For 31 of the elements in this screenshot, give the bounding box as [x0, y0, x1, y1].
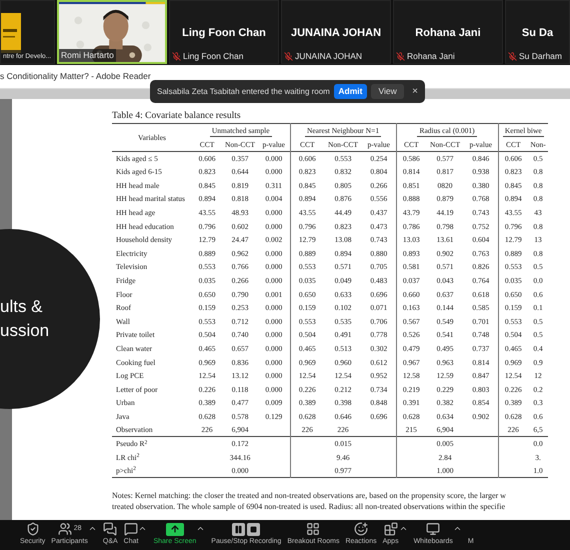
notification-text: Salsabila Zeta Tsabitah entered the waiting room [157, 86, 330, 98]
chat-bubble-icon [124, 522, 138, 536]
grid-icon [306, 522, 320, 536]
people-icon [58, 522, 72, 536]
muted-mic-icon [508, 52, 517, 61]
notes-text: treated observation. The whole sample of 6904 non-treated is used. Radius: all non-treated observations within the specifie [112, 501, 506, 512]
participant-name: JUNAINA JOHAN [290, 26, 382, 41]
window-title: s Conditionality Matter? - Adobe Reader [0, 70, 151, 83]
participant-name: Rohana Jani [415, 26, 481, 41]
pause-stop-icon [232, 522, 260, 536]
monitor-icon [426, 522, 440, 536]
participant-name: Su Da [522, 26, 554, 41]
muted-mic-icon [396, 52, 405, 61]
participant-label: Su Darham [519, 50, 562, 63]
close-button[interactable]: × [412, 84, 418, 99]
admit-button[interactable]: Admit [334, 84, 367, 99]
smiley-plus-icon [354, 522, 368, 536]
notes-text: Notes: Kernel matching: the closer the treated and non-treated observations are, based on the propensity score, the larger w [112, 490, 507, 502]
apps-icon [384, 522, 398, 536]
muted-mic-icon [284, 52, 293, 61]
participant-name: Ling Foon Chan [182, 26, 266, 41]
share-screen-icon [166, 522, 184, 536]
participant-label: Ling Foon Chan [183, 50, 244, 63]
participant-label: JUNAINA JOHAN [295, 50, 362, 63]
participant-label: Romi Hartarto [61, 49, 114, 62]
muted-mic-icon [172, 52, 181, 61]
participant-label: Rohana Jani [407, 50, 455, 63]
view-button[interactable]: View [371, 84, 404, 99]
table-caption: Table 4: Covariate balance results [112, 110, 242, 123]
speech-bubbles-icon [103, 522, 118, 536]
shield-icon [26, 522, 40, 536]
